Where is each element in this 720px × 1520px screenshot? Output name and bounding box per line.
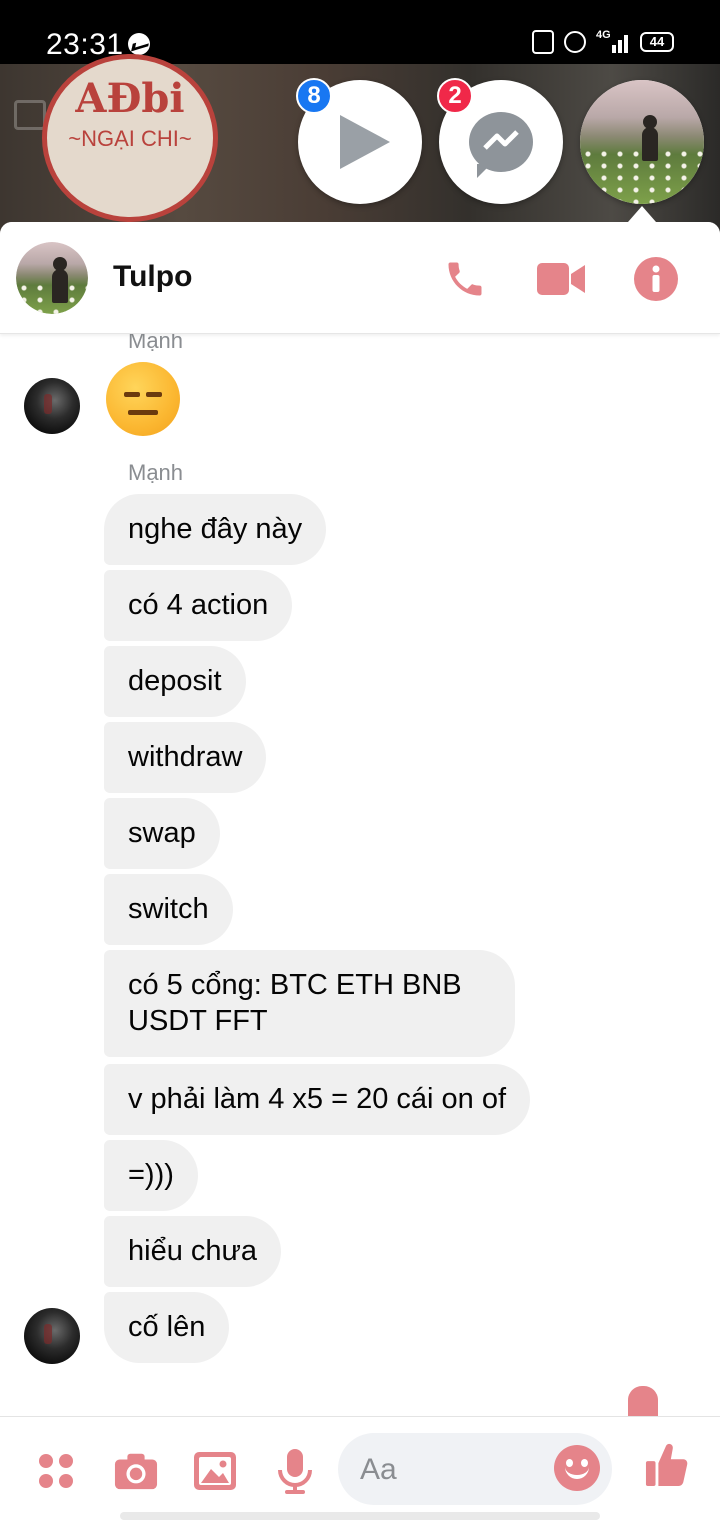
video-call-icon[interactable] (536, 254, 586, 304)
chat-header: Tulpo (0, 222, 720, 334)
network-type: 4G (596, 29, 611, 41)
sender-avatar[interactable] (24, 378, 80, 434)
background-logo-title: AĐbi (75, 75, 185, 122)
message-bubble[interactable]: swap (104, 798, 220, 869)
status-icons: 4G 44 (532, 29, 674, 54)
info-icon[interactable] (631, 254, 681, 304)
alarm-icon (564, 31, 586, 53)
messenger-badge: 2 (437, 78, 473, 114)
message-bubble[interactable]: v phải làm 4 x5 = 20 cái on of (104, 1064, 531, 1135)
thumbs-up-icon[interactable] (645, 1443, 689, 1487)
active-head-pointer (628, 206, 656, 222)
vibrate-icon (532, 30, 554, 54)
chat-panel: Tulpo Mạnh Mạnh nghe đây này có 4 action… (0, 222, 720, 1520)
message-line: USDT FFT (128, 1005, 268, 1037)
play-icon (340, 115, 390, 169)
background-logo: AĐbi ~NGẠI CHI~ (42, 54, 218, 222)
home-indicator (120, 1512, 600, 1520)
tulpo-avatar-image (580, 80, 704, 204)
message-bubble[interactable]: switch (104, 874, 233, 945)
message-list[interactable]: Mạnh Mạnh nghe đây này có 4 action depos… (0, 328, 720, 1404)
gallery-icon[interactable] (193, 1449, 237, 1493)
chat-head-messenger[interactable]: 2 (437, 78, 563, 204)
contact-name[interactable]: Tulpo (113, 260, 192, 294)
phone-icon[interactable] (440, 254, 490, 304)
apps-icon[interactable] (34, 1449, 78, 1493)
chat-head-video[interactable]: 8 (296, 78, 422, 204)
microphone-icon[interactable] (273, 1449, 317, 1494)
message-bubble[interactable]: có 4 action (104, 570, 293, 641)
video-badge: 8 (296, 78, 332, 114)
expressionless-emoji[interactable] (106, 362, 180, 436)
emoji-icon[interactable] (554, 1445, 600, 1491)
camera-icon[interactable] (114, 1449, 158, 1493)
messenger-icon (469, 112, 533, 178)
message-input-placeholder: Aa (360, 1453, 397, 1486)
message-bubble[interactable]: nghe đây này (104, 494, 327, 565)
message-bubble[interactable]: deposit (104, 646, 246, 717)
sent-like-preview (628, 1386, 658, 1416)
message-line: có 5 cổng: BTC ETH BNB (128, 969, 462, 1001)
background-square-icon (14, 100, 46, 130)
message-bubble[interactable]: hiểu chưa (104, 1216, 282, 1287)
message-bubble[interactable]: withdraw (104, 722, 267, 793)
contact-avatar[interactable] (16, 242, 88, 314)
messenger-notification-icon (128, 33, 150, 55)
sender-avatar[interactable] (24, 1308, 80, 1364)
message-bubble[interactable]: =))) (104, 1140, 198, 1211)
battery-indicator: 44 (640, 32, 674, 52)
message-input[interactable]: Aa (338, 1433, 612, 1505)
sender-name: Mạnh (128, 460, 184, 485)
message-bubble[interactable]: cố lên (104, 1292, 230, 1363)
signal-icon: 4G (596, 29, 630, 53)
chat-head-tulpo[interactable] (580, 80, 704, 204)
composer-bar: Aa (0, 1416, 720, 1520)
message-bubble[interactable]: có 5 cổng: BTC ETH BNB USDT FFT (104, 950, 515, 1057)
background-logo-subtitle: ~NGẠI CHI~ (68, 126, 192, 151)
